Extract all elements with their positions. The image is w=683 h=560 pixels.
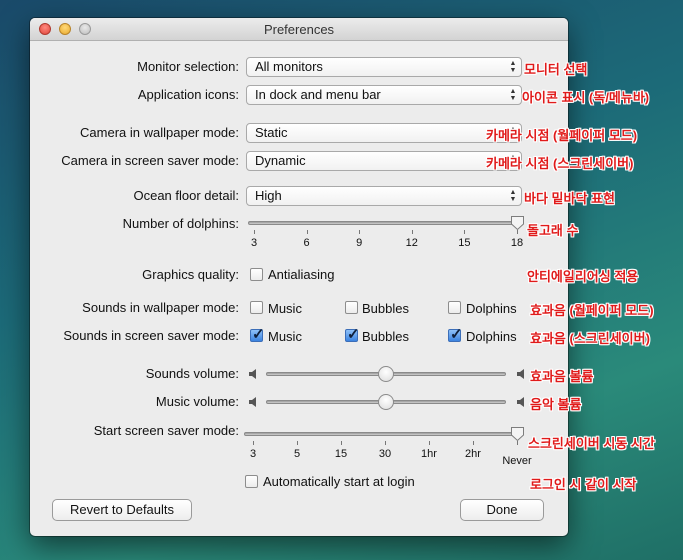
music-volume-label: Music volume: <box>155 394 239 409</box>
tick-mark <box>473 441 474 445</box>
done-button[interactable]: Done <box>460 499 544 521</box>
popup-arrows-icon: ▲ ▼ <box>509 88 517 102</box>
camera-wallpaper-popup[interactable]: Static ▲ ▼ <box>246 123 522 143</box>
dolphins-slider-track[interactable] <box>248 221 518 225</box>
camera-screensaver-value: Dynamic <box>255 153 306 168</box>
tick-label: 9 <box>356 237 363 249</box>
annotation-music-volume: 음악 볼륨 <box>530 397 582 412</box>
sounds-volume-label: Sounds volume: <box>145 366 239 381</box>
start-mode-slider-knob[interactable] <box>510 426 525 442</box>
annotation-app-icons: 아이콘 표시 (독/메뉴바) <box>522 90 650 105</box>
annotation-camera-wallpaper: 카메라 시점 (월페이퍼 모드) <box>486 128 638 143</box>
screensaver-music-checkbox[interactable]: ✓ <box>250 326 265 343</box>
tick-mark <box>517 230 518 234</box>
wallpaper-music-checkbox[interactable] <box>250 301 263 314</box>
ocean-floor-label: Ocean floor detail: <box>133 188 239 203</box>
window-title: Preferences <box>263 22 335 37</box>
camera-screensaver-label: Camera in screen saver mode: <box>61 153 239 168</box>
revert-to-defaults-button[interactable]: Revert to Defaults <box>52 499 192 521</box>
ocean-floor-value: High <box>255 188 282 203</box>
screensaver-dolphins-checkbox[interactable]: ✓ <box>448 326 463 343</box>
tick-mark <box>359 230 361 234</box>
tick-mark <box>385 441 386 445</box>
tick-mark <box>254 230 255 234</box>
camera-wallpaper-value: Static <box>255 125 288 140</box>
start-mode-slider-track[interactable] <box>244 432 520 436</box>
monitor-selection-label: Monitor selection: <box>137 59 239 74</box>
tick-mark <box>306 230 308 234</box>
speaker-low-icon <box>249 397 256 407</box>
tick-label: 15 <box>458 237 471 249</box>
application-icons-label: Application icons: <box>137 87 239 102</box>
wallpaper-bubbles-checkbox[interactable] <box>345 301 358 314</box>
music-volume-knob[interactable] <box>378 394 394 410</box>
tick-label: 6 <box>303 237 310 249</box>
checkmark-icon: ✓ <box>450 326 463 343</box>
monitor-selection-value: All monitors <box>255 59 323 74</box>
application-icons-popup[interactable]: In dock and menu bar ▲ ▼ <box>246 85 522 105</box>
tick-label: Never <box>502 455 532 467</box>
annotation-camera-screensaver: 카메라 시점 (스크린세이버) <box>486 156 634 171</box>
checkmark-icon: ✓ <box>252 326 265 343</box>
tick-label: 15 <box>334 448 348 460</box>
annotation-start-mode: 스크린세이버 시동 시간 <box>528 436 655 451</box>
wallpaper-dolphins-label: Dolphins <box>466 301 517 316</box>
ocean-floor-popup[interactable]: High ▲ ▼ <box>246 186 522 206</box>
tick-label: 30 <box>378 448 392 460</box>
auto-start-checkbox[interactable] <box>245 475 258 488</box>
popup-arrows-icon: ▲ ▼ <box>509 189 517 203</box>
antialiasing-label: Antialiasing <box>268 267 335 282</box>
dolphins-label: Number of dolphins: <box>122 216 239 231</box>
wallpaper-music-label: Music <box>268 301 302 316</box>
sounds-screensaver-label: Sounds in screen saver mode: <box>63 328 239 343</box>
camera-wallpaper-label: Camera in wallpaper mode: <box>80 125 239 140</box>
tick-label: 12 <box>405 237 418 249</box>
annotation-graphics: 안티에일리어싱 적용 <box>527 269 639 284</box>
annotation-ocean-floor: 바다 밑바닥 표현 <box>524 191 615 206</box>
tick-label: 5 <box>293 448 301 460</box>
annotation-sounds-volume: 효과음 볼륨 <box>530 369 594 384</box>
tick-label: 1hr <box>421 448 437 460</box>
sounds-volume-knob[interactable] <box>378 366 394 382</box>
application-icons-value: In dock and menu bar <box>255 87 381 102</box>
wallpaper-dolphins-checkbox[interactable] <box>448 301 461 314</box>
tick-mark <box>429 441 430 445</box>
annotation-sounds-wallpaper: 효과음 (월페이퍼 모드) <box>530 303 654 318</box>
tick-label: 2hr <box>465 448 481 460</box>
checkmark-icon: ✓ <box>347 326 360 343</box>
camera-screensaver-popup[interactable]: Dynamic ▲ ▼ <box>246 151 522 171</box>
tick-mark <box>411 230 413 234</box>
screensaver-dolphins-label: Dolphins <box>466 329 517 344</box>
speaker-high-icon <box>517 369 524 379</box>
screensaver-music-label: Music <box>268 329 302 344</box>
tick-mark <box>341 441 342 445</box>
auto-start-label: Automatically start at login <box>263 474 415 489</box>
speaker-high-icon <box>517 397 524 407</box>
wallpaper-bubbles-label: Bubbles <box>362 301 409 316</box>
tick-mark <box>253 441 254 445</box>
annotation-sounds-screensaver: 효과음 (스크린세이버) <box>530 331 650 346</box>
start-mode-label: Start screen saver mode: <box>93 423 239 438</box>
speaker-low-icon <box>249 369 256 379</box>
annotation-auto-start: 로그인 시 같이 시작 <box>530 477 637 492</box>
popup-arrows-icon: ▲ ▼ <box>509 60 517 74</box>
antialiasing-checkbox[interactable] <box>250 268 263 281</box>
tick-label: 3 <box>250 237 258 249</box>
dolphins-slider-knob[interactable] <box>510 215 525 231</box>
preferences-window: Preferences Monitor selection: All monit… <box>30 18 568 536</box>
title-bar: Preferences <box>30 18 568 41</box>
annotation-monitor: 모니터 선택 <box>524 62 588 77</box>
monitor-selection-popup[interactable]: All monitors ▲ ▼ <box>246 57 522 77</box>
tick-mark <box>464 230 466 234</box>
graphics-quality-label: Graphics quality: <box>142 267 239 282</box>
screensaver-bubbles-label: Bubbles <box>362 329 409 344</box>
sounds-wallpaper-label: Sounds in wallpaper mode: <box>82 300 239 315</box>
tick-mark <box>297 441 298 445</box>
tick-label: 3 <box>249 448 257 460</box>
screensaver-bubbles-checkbox[interactable]: ✓ <box>345 326 360 343</box>
annotation-dolphins: 돌고래 수 <box>527 223 579 238</box>
tick-mark <box>517 441 518 445</box>
